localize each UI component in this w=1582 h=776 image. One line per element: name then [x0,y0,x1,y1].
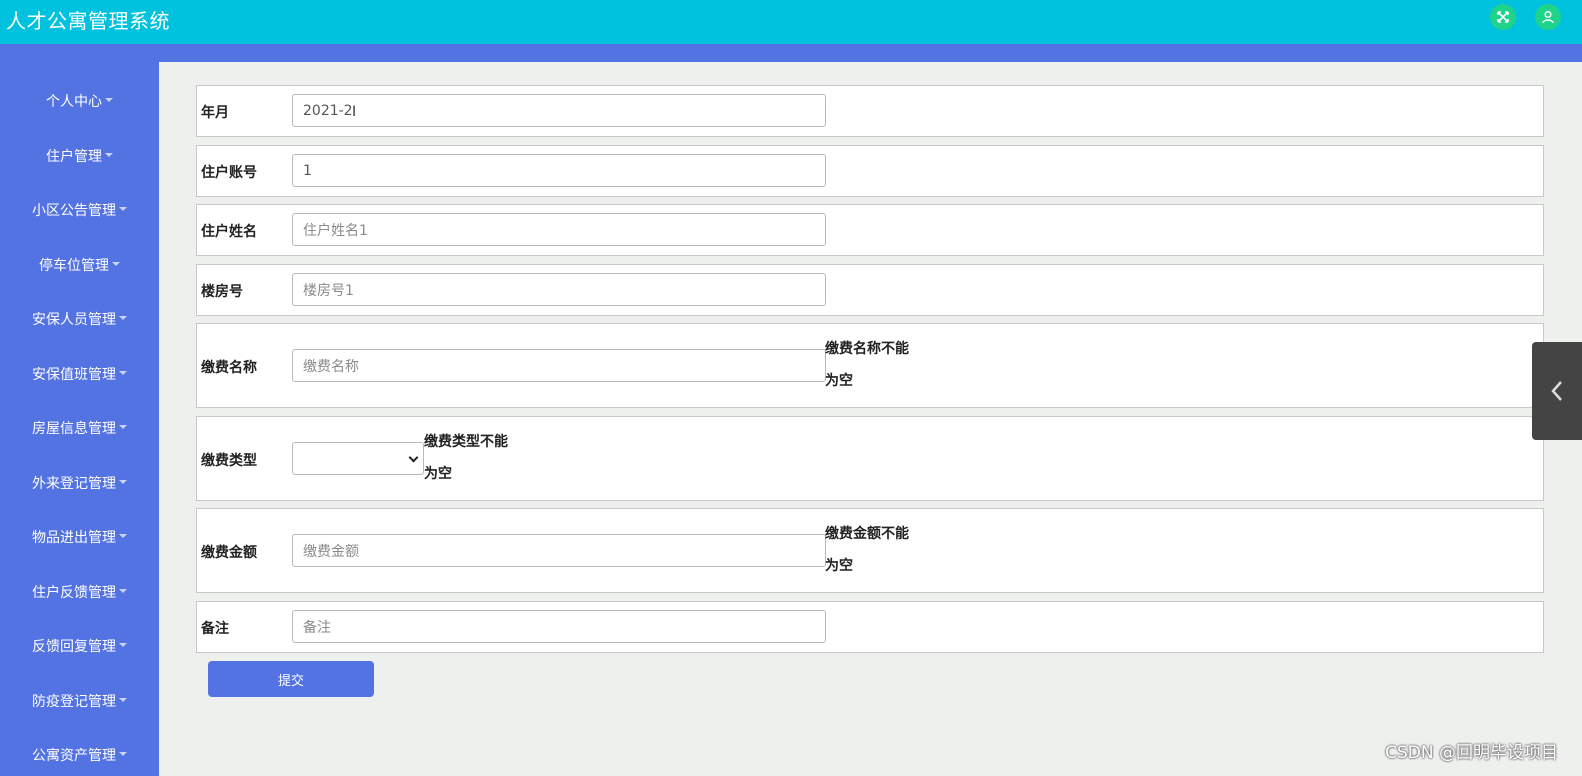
sidebar-item-goods[interactable]: 物品进出管理 [0,522,159,552]
collapse-panel-tab[interactable] [1532,342,1582,440]
text-cursor-icon: I [352,104,357,120]
sidebar-item-epidemic[interactable]: 防疫登记管理 [0,686,159,716]
top-bar: 人才公寓管理系统 [0,0,1582,44]
sidebar-item-label: 安保值班管理 [32,367,116,383]
name-label: 住户姓名 [201,224,257,240]
sidebar-item-label: 个人中心 [46,94,102,110]
fee-name-label: 缴费名称 [201,360,257,376]
sidebar-item-resident[interactable]: 住户管理 [0,141,159,171]
fee-amount-error-2: 为空 [825,558,853,574]
sidebar-item-label: 外来登记管理 [32,476,116,492]
sidebar-item-house-info[interactable]: 房屋信息管理 [0,413,159,443]
caret-down-icon [112,262,120,266]
sidebar-item-label: 住户反馈管理 [32,585,116,601]
fee-type-error: 缴费类型不能 [424,434,508,450]
sidebar-item-label: 安保人员管理 [32,312,116,328]
caret-down-icon [119,534,127,538]
sidebar-item-parking[interactable]: 停车位管理 [0,250,159,280]
form-row-fee-name: 缴费名称 缴费名称 缴费名称不能 为空 [196,323,1544,408]
caret-down-icon [119,425,127,429]
sidebar: 个人中心 住户管理 小区公告管理 停车位管理 安保人员管理 安保值班管理 房屋信… [0,62,159,776]
header-band [0,44,1582,62]
remark-label: 备注 [201,621,229,637]
chevron-down-icon [408,452,419,463]
caret-down-icon [119,643,127,647]
sidebar-item-label: 反馈回复管理 [32,639,116,655]
name-input[interactable]: 住户姓名1 [292,213,826,246]
chevron-left-icon [1551,381,1562,401]
sidebar-item-feedback[interactable]: 住户反馈管理 [0,577,159,607]
form-row-remark: 备注 备注 [196,601,1544,653]
submit-button[interactable]: 提交 [208,661,374,697]
caret-down-icon [119,698,127,702]
form-row-building: 楼房号 楼房号1 [196,264,1544,316]
account-input[interactable]: 1 [292,154,826,187]
fee-amount-input[interactable]: 缴费金额 [292,534,826,567]
fee-name-input[interactable]: 缴费名称 [292,349,826,382]
sidebar-item-label: 住户管理 [46,149,102,165]
caret-down-icon [105,153,113,157]
form-row-yearmonth: 年月 2021-2 [196,85,1544,137]
sidebar-item-label: 停车位管理 [39,258,109,274]
user-icon[interactable] [1535,4,1561,30]
caret-down-icon [119,589,127,593]
form-row-account: 住户账号 1 [196,145,1544,197]
remark-input[interactable]: 备注 [292,610,826,643]
sidebar-item-label: 防疫登记管理 [32,694,116,710]
yearmonth-input[interactable]: 2021-2 [292,94,826,127]
fee-type-error-2: 为空 [424,466,452,482]
sidebar-item-visitor[interactable]: 外来登记管理 [0,468,159,498]
app-title: 人才公寓管理系统 [6,9,170,33]
sidebar-item-reply[interactable]: 反馈回复管理 [0,631,159,661]
sidebar-item-label: 房屋信息管理 [32,421,116,437]
sidebar-item-label: 物品进出管理 [32,530,116,546]
fee-name-error: 缴费名称不能 [825,341,909,357]
watermark: CSDN @回明毕设项目 [1385,743,1558,763]
sidebar-item-assets[interactable]: 公寓资产管理 [0,740,159,770]
caret-down-icon [119,371,127,375]
fee-name-error-2: 为空 [825,373,853,389]
yearmonth-label: 年月 [201,105,229,121]
caret-down-icon [105,98,113,102]
sidebar-item-label: 小区公告管理 [32,203,116,219]
caret-down-icon [119,480,127,484]
sidebar-item-security-duty[interactable]: 安保值班管理 [0,359,159,389]
form-row-fee-amount: 缴费金额 缴费金额 缴费金额不能 为空 [196,508,1544,593]
fee-amount-error: 缴费金额不能 [825,526,909,542]
sidebar-item-security-staff[interactable]: 安保人员管理 [0,304,159,334]
sidebar-item-label: 公寓资产管理 [32,748,116,764]
fee-type-select[interactable] [292,442,424,475]
building-label: 楼房号 [201,284,243,300]
caret-down-icon [119,316,127,320]
account-label: 住户账号 [201,165,257,181]
form-row-name: 住户姓名 住户姓名1 [196,204,1544,256]
fee-type-label: 缴费类型 [201,453,257,469]
sidebar-item-notice[interactable]: 小区公告管理 [0,195,159,225]
building-input[interactable]: 楼房号1 [292,273,826,306]
sidebar-item-personal-center[interactable]: 个人中心 [0,86,159,116]
caret-down-icon [119,207,127,211]
form-row-fee-type: 缴费类型 缴费类型不能 为空 [196,416,1544,501]
caret-down-icon [119,752,127,756]
fee-amount-label: 缴费金额 [201,545,257,561]
fullscreen-icon[interactable] [1490,4,1516,30]
